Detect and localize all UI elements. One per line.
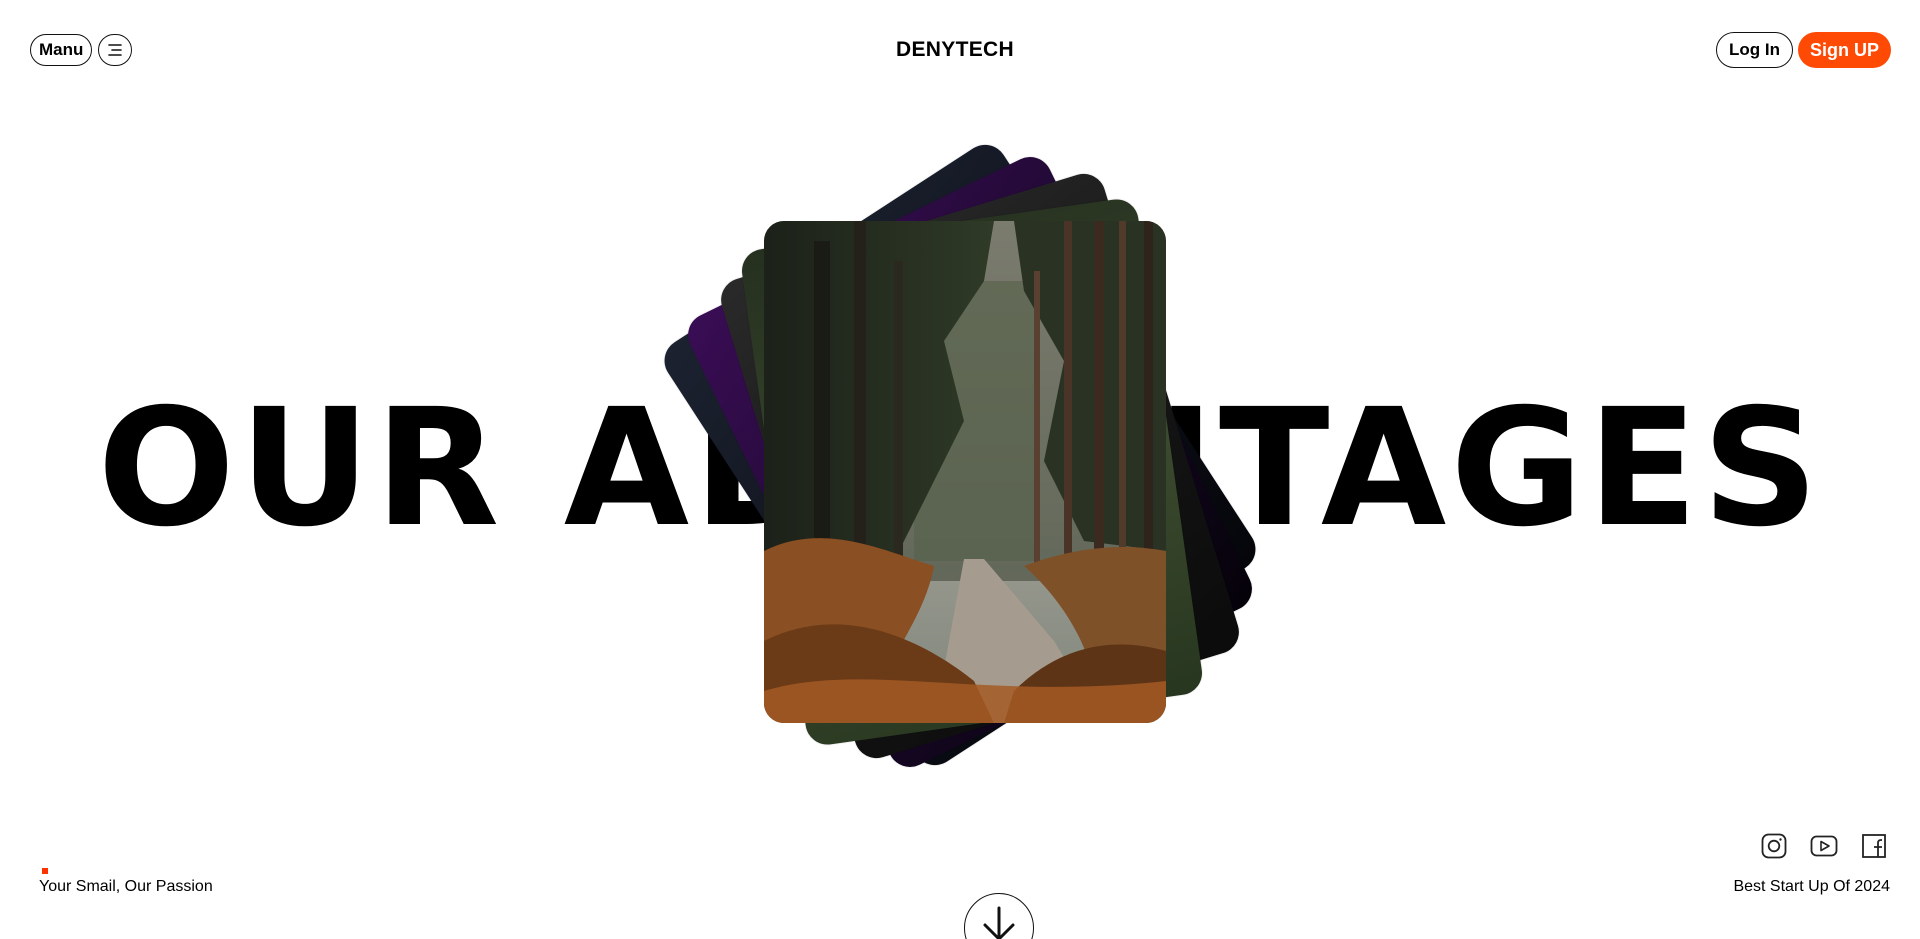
youtube-icon [1810, 835, 1838, 857]
award-text: Best Start Up Of 2024 [1733, 878, 1890, 895]
instagram-link[interactable] [1760, 832, 1788, 860]
brand-logo[interactable]: DENYTECH [0, 38, 1920, 62]
tagline: Your Smail, Our Passion [39, 878, 213, 895]
scroll-down-button[interactable] [964, 893, 1034, 939]
facebook-link[interactable] [1860, 832, 1888, 860]
signup-button[interactable]: Sign UP [1797, 32, 1891, 68]
social-links [1760, 832, 1888, 860]
login-button[interactable]: Log In [1716, 32, 1793, 68]
youtube-link[interactable] [1810, 832, 1838, 860]
brand-name: DENYTECH [896, 38, 1014, 61]
accent-dot [42, 868, 48, 874]
hero-headline: OUR ADVANTAGES [97, 375, 1823, 563]
header-right: Log In Sign UP [1716, 32, 1891, 68]
facebook-icon [1862, 834, 1886, 858]
instagram-icon [1761, 833, 1787, 859]
arrow-down-icon [983, 906, 1015, 939]
